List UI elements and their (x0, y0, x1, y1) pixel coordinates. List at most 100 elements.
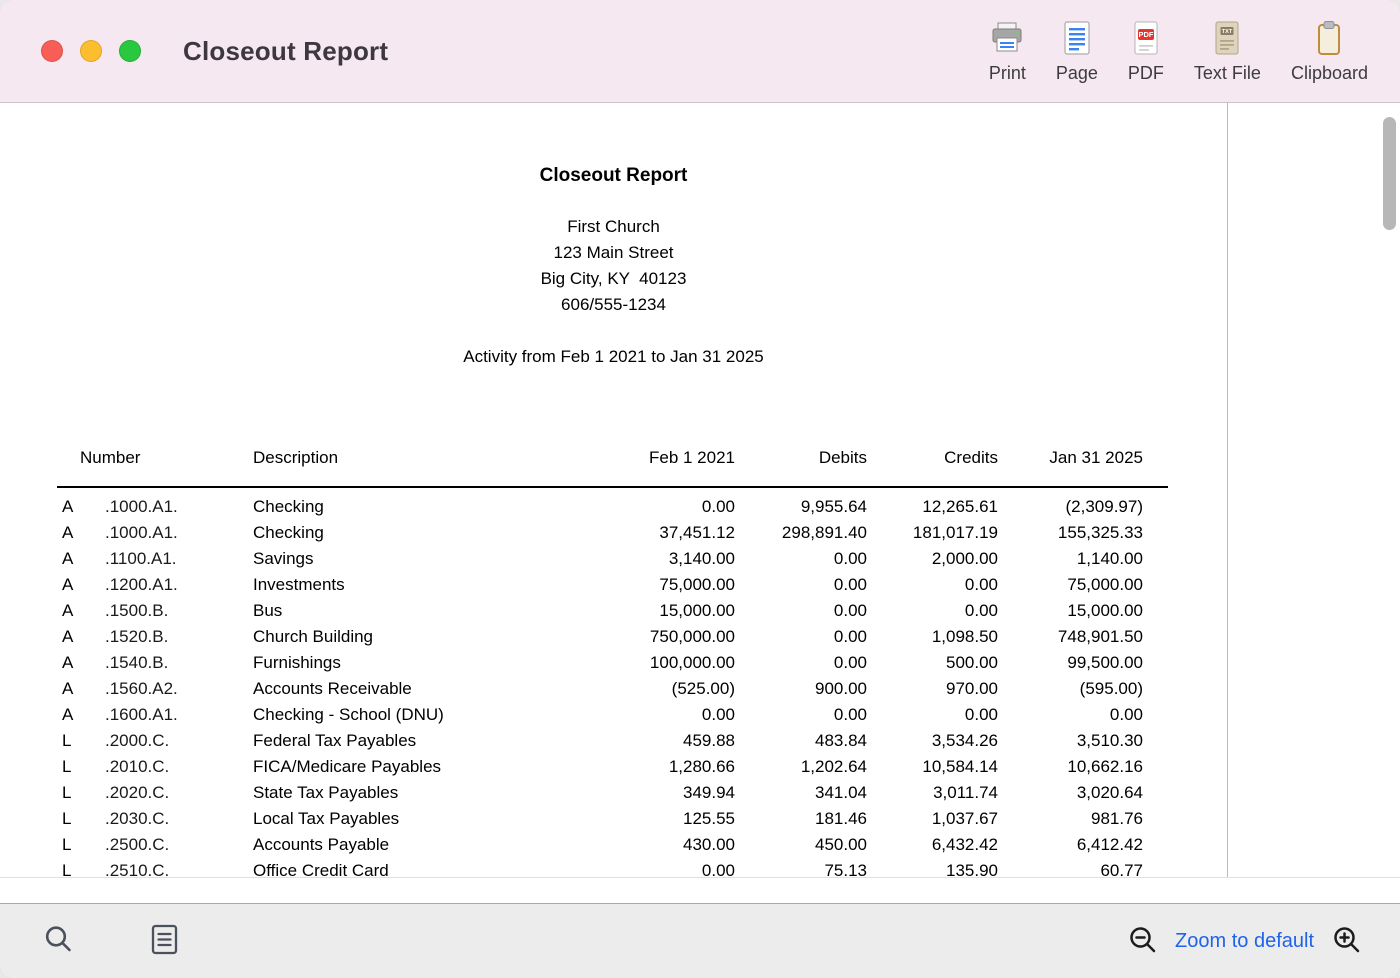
ending-balance-cell: 0.00 (998, 702, 1168, 728)
app-window: Closeout Report Print (0, 0, 1400, 978)
organization-city-line: Big City, KY 40123 (0, 266, 1227, 292)
debits-cell: 181.46 (735, 806, 867, 832)
account-type-cell: A (57, 546, 102, 572)
column-header-description: Description (250, 445, 580, 487)
beginning-balance-cell: 1,280.66 (580, 754, 735, 780)
account-type-cell: L (57, 754, 102, 780)
activity-range: Activity from Feb 1 2021 to Jan 31 2025 (0, 344, 1227, 370)
page-button[interactable]: Page (1056, 18, 1098, 84)
zoom-out-icon (1127, 924, 1158, 958)
beginning-balance-cell: 3,140.00 (580, 546, 735, 572)
table-row: A.1000.A1.Checking37,451.12298,891.40181… (57, 520, 1168, 546)
debits-cell: 0.00 (735, 572, 867, 598)
debits-cell: 0.00 (735, 624, 867, 650)
ending-balance-cell: (595.00) (998, 676, 1168, 702)
description-cell: Federal Tax Payables (250, 728, 580, 754)
account-number-cell: .2510.C. (102, 858, 250, 877)
account-type-cell: L (57, 832, 102, 858)
ending-balance-cell: 1,140.00 (998, 546, 1168, 572)
window-title: Closeout Report (183, 36, 388, 67)
description-cell: FICA/Medicare Payables (250, 754, 580, 780)
text-file-icon: TXT (1212, 18, 1242, 58)
column-header-debits: Debits (735, 445, 867, 487)
debits-cell: 75.13 (735, 858, 867, 877)
credits-cell: 500.00 (867, 650, 998, 676)
account-number-cell: .2500.C. (102, 832, 250, 858)
description-cell: State Tax Payables (250, 780, 580, 806)
description-cell: Checking (250, 487, 580, 520)
table-row: A.1560.A2.Accounts Receivable(525.00)900… (57, 676, 1168, 702)
text-file-button[interactable]: TXT Text File (1194, 18, 1261, 84)
page-layout-button[interactable] (149, 923, 180, 959)
vertical-scrollbar-thumb[interactable] (1383, 117, 1396, 230)
table-row: A.1000.A1.Checking0.009,955.6412,265.61(… (57, 487, 1168, 520)
document-icon (149, 923, 180, 959)
credits-cell: 6,432.42 (867, 832, 998, 858)
minimize-window-button[interactable] (80, 40, 102, 62)
debits-cell: 9,955.64 (735, 487, 867, 520)
beginning-balance-cell: 15,000.00 (580, 598, 735, 624)
account-number-cell: .1560.A2. (102, 676, 250, 702)
titlebar: Closeout Report Print (0, 0, 1400, 103)
ending-balance-cell: 981.76 (998, 806, 1168, 832)
zoom-in-button[interactable] (1331, 924, 1362, 958)
debits-cell: 0.00 (735, 650, 867, 676)
statusbar-left-controls (42, 923, 180, 959)
column-header-credits: Credits (867, 445, 998, 487)
toolbar: Print Page (989, 18, 1400, 84)
debits-cell: 483.84 (735, 728, 867, 754)
description-cell: Checking - School (DNU) (250, 702, 580, 728)
beginning-balance-cell: 0.00 (580, 858, 735, 877)
find-button[interactable] (42, 923, 75, 959)
toolbar-item-label: Text File (1194, 63, 1261, 84)
description-cell: Investments (250, 572, 580, 598)
beginning-balance-cell: 430.00 (580, 832, 735, 858)
debits-cell: 900.00 (735, 676, 867, 702)
pdf-button[interactable]: PDF PDF (1128, 18, 1164, 84)
description-cell: Local Tax Payables (250, 806, 580, 832)
organization-block: First Church 123 Main Street Big City, K… (0, 214, 1227, 318)
account-type-cell: L (57, 858, 102, 877)
account-number-cell: .1000.A1. (102, 487, 250, 520)
account-type-cell: A (57, 702, 102, 728)
account-type-cell: L (57, 806, 102, 832)
ending-balance-cell: 3,510.30 (998, 728, 1168, 754)
description-cell: Accounts Payable (250, 832, 580, 858)
close-window-button[interactable] (41, 40, 63, 62)
zoom-to-default-link[interactable]: Zoom to default (1175, 930, 1314, 953)
debits-cell: 298,891.40 (735, 520, 867, 546)
ending-balance-cell: 99,500.00 (998, 650, 1168, 676)
account-type-cell: A (57, 572, 102, 598)
credits-cell: 1,098.50 (867, 624, 998, 650)
table-row: A.1200.A1.Investments75,000.000.000.0075… (57, 572, 1168, 598)
beginning-balance-cell: 349.94 (580, 780, 735, 806)
clipboard-icon (1315, 18, 1343, 58)
clipboard-button[interactable]: Clipboard (1291, 18, 1368, 84)
description-cell: Furnishings (250, 650, 580, 676)
beginning-balance-cell: 0.00 (580, 487, 735, 520)
account-type-cell: A (57, 650, 102, 676)
zoom-out-button[interactable] (1127, 924, 1158, 958)
account-number-cell: .2020.C. (102, 780, 250, 806)
zoom-controls: Zoom to default (1127, 924, 1362, 958)
account-type-cell: A (57, 598, 102, 624)
search-icon (42, 923, 75, 959)
description-cell: Church Building (250, 624, 580, 650)
table-header-row: Number Description Feb 1 2021 Debits Cre… (57, 445, 1168, 487)
table-row: L.2000.C.Federal Tax Payables459.88483.8… (57, 728, 1168, 754)
statusbar: Zoom to default (0, 903, 1400, 978)
debits-cell: 0.00 (735, 598, 867, 624)
table-row: L.2030.C.Local Tax Payables125.55181.461… (57, 806, 1168, 832)
credits-cell: 3,011.74 (867, 780, 998, 806)
document-view: Closeout Report First Church 123 Main St… (0, 103, 1400, 903)
credits-cell: 2,000.00 (867, 546, 998, 572)
table-row: A.1100.A1.Savings3,140.000.002,000.001,1… (57, 546, 1168, 572)
beginning-balance-cell: 459.88 (580, 728, 735, 754)
zoom-window-button[interactable] (119, 40, 141, 62)
ending-balance-cell: (2,309.97) (998, 487, 1168, 520)
beginning-balance-cell: 75,000.00 (580, 572, 735, 598)
beginning-balance-cell: 0.00 (580, 702, 735, 728)
print-button[interactable]: Print (989, 18, 1026, 84)
table-row: L.2020.C.State Tax Payables349.94341.043… (57, 780, 1168, 806)
toolbar-item-label: Page (1056, 63, 1098, 84)
